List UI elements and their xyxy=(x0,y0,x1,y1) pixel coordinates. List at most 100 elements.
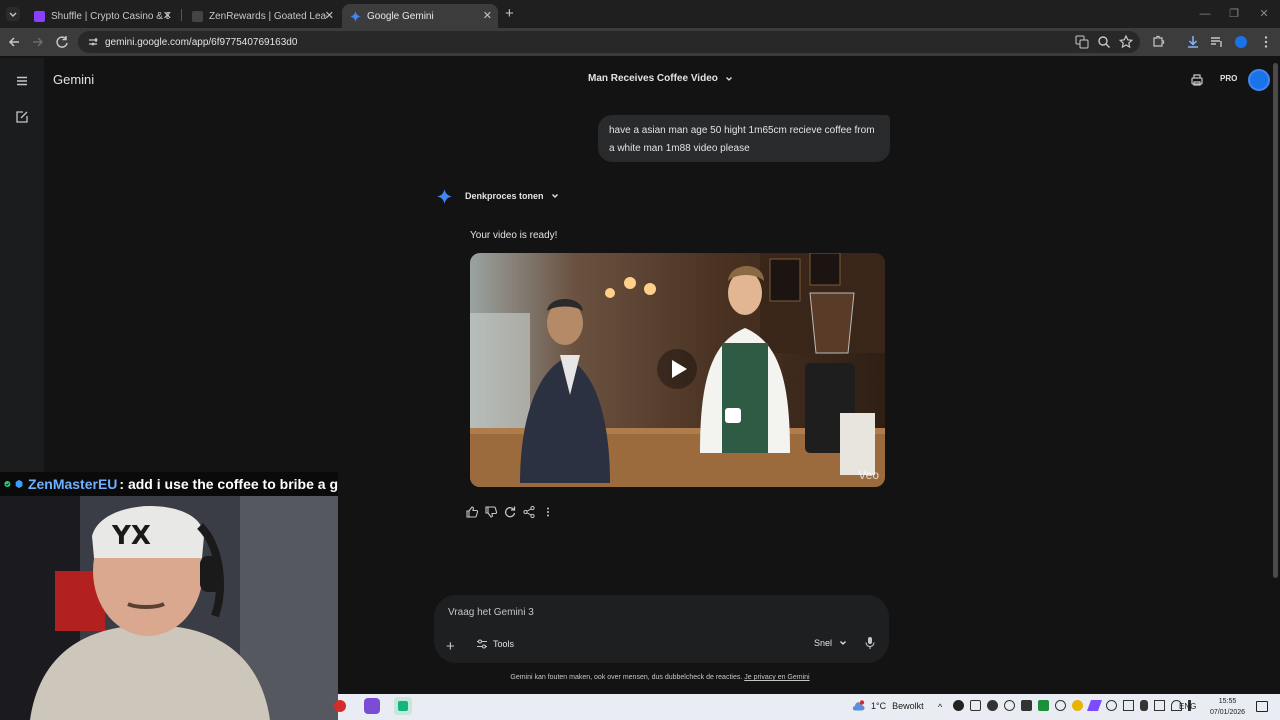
webcam-feed: YX xyxy=(0,496,338,720)
gemini-brand[interactable]: Gemini xyxy=(53,72,94,87)
active-app-icon[interactable] xyxy=(394,697,412,715)
tray-app-icon[interactable] xyxy=(953,700,964,711)
tab-title: ZenRewards | Goated Leaderboard xyxy=(209,10,327,22)
tray-app-icon[interactable] xyxy=(1154,700,1165,711)
windows-taskbar: 1°C Bewolkt ^ ENG 15:55 07/01/2026 xyxy=(334,694,1280,720)
hamburger-menu-icon[interactable] xyxy=(14,73,30,89)
stream-chat-message: ZenMasterEU : add i use the coffee to br… xyxy=(0,472,338,496)
privacy-link[interactable]: Je privacy en Gemini xyxy=(744,674,809,681)
back-arrow-icon[interactable] xyxy=(6,34,22,50)
clock-time: 15:55 xyxy=(1218,698,1237,705)
new-chat-icon[interactable] xyxy=(14,109,30,125)
tab-title: Google Gemini xyxy=(367,10,434,22)
close-icon[interactable]: ✕ xyxy=(163,9,172,22)
tray-app-icon[interactable] xyxy=(970,700,981,711)
pro-badge: PRO xyxy=(1220,74,1238,83)
tray-app-icon[interactable] xyxy=(1106,700,1117,711)
tools-sliders-icon xyxy=(477,639,487,649)
tray-app-icon[interactable] xyxy=(1086,700,1103,711)
media-playlist-icon[interactable] xyxy=(1209,34,1225,50)
webcam-overlay: YX xyxy=(0,496,338,720)
microphone-tray-icon[interactable] xyxy=(1140,700,1148,711)
bookmark-star-icon[interactable] xyxy=(1118,34,1134,50)
user-prompt-bubble: have a asian man age 50 hight 1m65cm rec… xyxy=(598,115,890,162)
thumbs-up-icon[interactable] xyxy=(464,504,480,520)
add-attachment-icon[interactable]: + xyxy=(446,638,455,655)
nvidia-icon[interactable] xyxy=(1038,700,1049,711)
minimize-icon[interactable]: — xyxy=(1197,6,1213,22)
chat-message-text: : add i use the coffee to bribe a g xyxy=(119,476,338,492)
gemini-favicon-icon xyxy=(350,10,361,22)
clock[interactable]: 15:55 07/01/2026 xyxy=(1210,696,1245,718)
conversation-title-button[interactable]: Man Receives Coffee Video xyxy=(588,73,734,84)
thinking-label: Denkproces tonen xyxy=(465,191,544,201)
tray-app-icon[interactable] xyxy=(987,700,998,711)
address-bar[interactable]: gemini.google.com/app/6f977540769163d0 xyxy=(78,31,1140,53)
gemini-spark-icon xyxy=(437,189,452,204)
show-thinking-toggle[interactable]: Denkproces tonen xyxy=(465,191,560,201)
weather-widget[interactable]: 1°C Bewolkt xyxy=(851,700,924,712)
close-icon[interactable]: ✕ xyxy=(325,9,334,22)
regenerate-icon[interactable] xyxy=(502,504,518,520)
discord-app-icon[interactable] xyxy=(364,698,380,714)
zoom-icon[interactable] xyxy=(1096,34,1112,50)
tray-app-icon[interactable] xyxy=(1072,700,1083,711)
temperature: 1°C xyxy=(871,701,887,711)
tools-button[interactable]: Tools xyxy=(476,638,514,650)
chevron-down-icon xyxy=(725,76,732,81)
shuffle-favicon-icon xyxy=(34,10,45,22)
tray-app-icon[interactable] xyxy=(1055,700,1066,711)
model-mode-picker[interactable]: Snel xyxy=(814,638,848,648)
tab-google-gemini[interactable]: Google Gemini ✕ xyxy=(342,4,498,28)
translate-icon[interactable] xyxy=(1074,34,1090,50)
generated-video[interactable]: Veo xyxy=(470,253,885,487)
forward-arrow-icon[interactable] xyxy=(30,34,46,50)
notifications-icon[interactable] xyxy=(1256,701,1268,712)
play-button[interactable] xyxy=(657,349,697,389)
url-text: gemini.google.com/app/6f977540769163d0 xyxy=(105,36,298,48)
thumbs-down-icon[interactable] xyxy=(483,504,499,520)
microphone-icon[interactable] xyxy=(864,636,876,650)
tab-divider xyxy=(181,9,182,21)
clock-date: 07/01/2026 xyxy=(1210,709,1246,716)
restore-icon[interactable]: ❐ xyxy=(1226,6,1242,22)
mode-label: Snel xyxy=(814,638,833,648)
disclaimer-text: Gemini kan fouten maken, ook over mensen… xyxy=(510,674,743,681)
tab-zenrewards[interactable]: ZenRewards | Goated Leaderboard ✕ xyxy=(184,4,340,28)
chevron-up-icon[interactable]: ^ xyxy=(938,702,942,712)
response-text: Your video is ready! xyxy=(470,230,558,241)
avatar[interactable] xyxy=(1248,69,1270,91)
tab-search-button[interactable] xyxy=(6,7,20,21)
extensions-icon[interactable] xyxy=(1150,34,1166,50)
share-conversation-icon[interactable] xyxy=(1190,73,1204,87)
prompt-input[interactable]: Vraag het Gemini 3 xyxy=(448,607,534,618)
system-tray xyxy=(953,700,1199,711)
gem-badge-icon xyxy=(15,479,23,489)
new-tab-icon[interactable]: + xyxy=(505,5,514,22)
more-options-icon[interactable] xyxy=(540,504,556,520)
browser-tab-strip: Shuffle | Crypto Casino & Bitcoin ✕ ZenR… xyxy=(0,0,1280,28)
tools-label: Tools xyxy=(493,639,515,649)
tray-app-icon[interactable] xyxy=(1004,700,1015,711)
share-icon[interactable] xyxy=(521,504,537,520)
play-icon xyxy=(672,360,687,378)
app-red-icon[interactable] xyxy=(334,700,346,712)
veo-watermark: Veo xyxy=(858,468,879,482)
tray-app-icon[interactable] xyxy=(1021,700,1032,711)
svg-text:YX: YX xyxy=(111,521,151,551)
tray-app-icon[interactable] xyxy=(1123,700,1134,711)
browser-toolbar: gemini.google.com/app/6f977540769163d0 xyxy=(0,28,1280,56)
menu-kebab-icon[interactable] xyxy=(1258,34,1274,50)
tab-title: Shuffle | Crypto Casino & Bitcoin xyxy=(51,10,169,22)
scrollbar[interactable] xyxy=(1273,63,1278,578)
window-close-icon[interactable]: ✕ xyxy=(1256,6,1272,22)
profile-extension-icon[interactable] xyxy=(1233,34,1249,50)
site-info-icon[interactable] xyxy=(87,36,99,48)
download-icon[interactable] xyxy=(1185,34,1201,50)
reload-icon[interactable] xyxy=(54,34,70,50)
close-icon[interactable]: ✕ xyxy=(483,9,492,22)
cloud-icon xyxy=(852,700,865,711)
language-indicator[interactable]: ENG xyxy=(1179,702,1196,711)
tab-shuffle[interactable]: Shuffle | Crypto Casino & Bitcoin ✕ xyxy=(26,4,178,28)
response-actions xyxy=(464,504,556,520)
